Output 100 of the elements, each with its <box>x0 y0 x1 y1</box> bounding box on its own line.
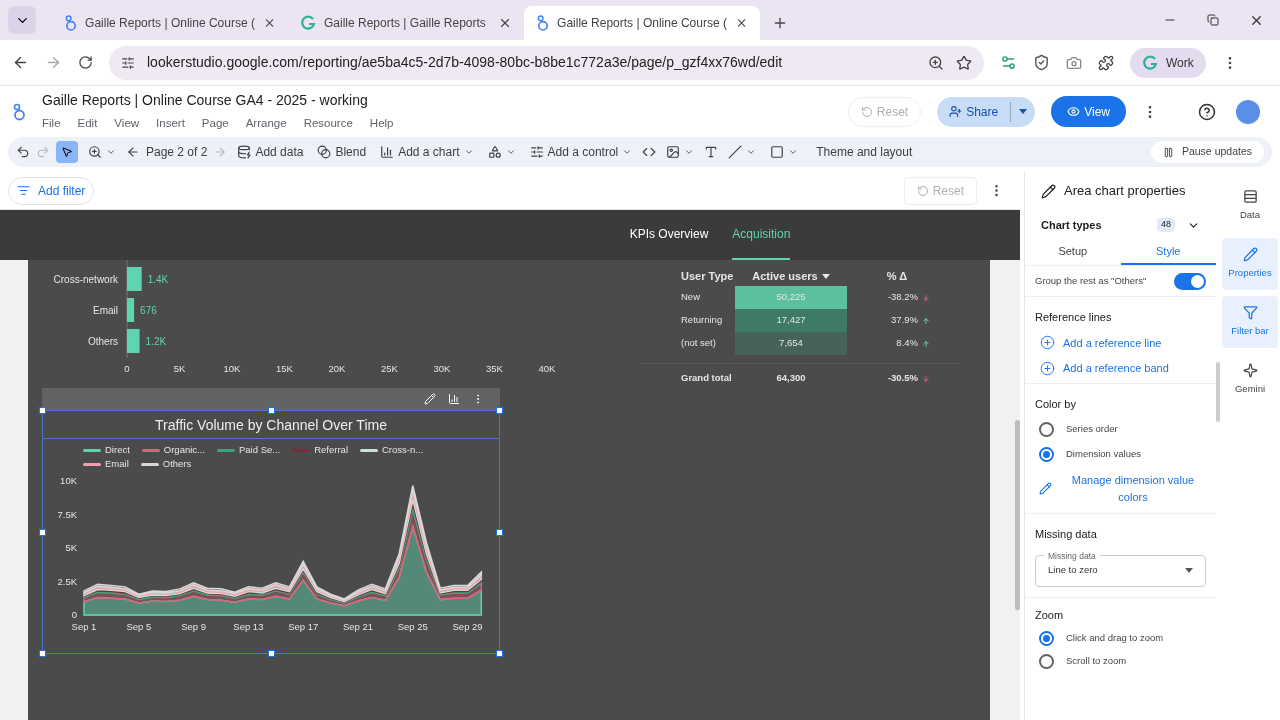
profile-button[interactable]: Work <box>1130 47 1206 78</box>
caret-icon <box>505 147 516 157</box>
resize-handle[interactable] <box>496 407 503 414</box>
text-icon[interactable] <box>704 145 719 159</box>
extensions-icon[interactable] <box>1098 54 1114 71</box>
table-icon <box>1242 189 1258 205</box>
scrollbar[interactable] <box>1015 420 1020 610</box>
heatmap-cell: 50,225 <box>735 286 847 309</box>
axis-tick-label: 5K <box>173 363 186 374</box>
camera-icon[interactable] <box>1066 54 1082 71</box>
close-icon[interactable] <box>498 16 512 30</box>
value-label: 1.2K <box>145 336 167 347</box>
column-header[interactable]: User Type <box>640 267 735 285</box>
new-tab-icon[interactable] <box>772 15 788 31</box>
previous-page-icon[interactable] <box>126 145 140 159</box>
chart-settings-icon[interactable] <box>448 393 460 405</box>
site-logo-icon <box>1142 54 1158 71</box>
add-data-button[interactable]: Add data <box>233 139 308 165</box>
side-rail-button[interactable]: Properties <box>1222 238 1278 290</box>
menu-item[interactable]: Resource <box>303 115 353 133</box>
add-reference-link[interactable]: Add a reference line <box>1035 334 1206 351</box>
bar <box>127 267 142 291</box>
radio-label[interactable]: Scroll to zoom <box>1066 654 1127 669</box>
reset-icon <box>916 184 929 197</box>
section-heading: Zoom <box>1035 607 1065 623</box>
page-tab[interactable]: KPIs Overview <box>629 210 709 260</box>
filter-icon <box>17 184 30 197</box>
radio-label[interactable]: Click and drag to zoom <box>1066 631 1164 646</box>
pause-updates-button[interactable]: Pause updates <box>1150 141 1264 163</box>
menu-item[interactable]: Edit <box>77 115 98 133</box>
undo-icon[interactable] <box>16 145 30 159</box>
panel-tab[interactable]: Setup <box>1025 240 1121 265</box>
radio-button[interactable] <box>1039 631 1054 646</box>
radio-label[interactable]: Series order <box>1066 422 1118 437</box>
menu-item[interactable]: Page <box>201 115 229 133</box>
back-icon[interactable] <box>12 54 29 71</box>
side-rail-button[interactable]: Filter bar <box>1222 296 1278 348</box>
edit-icon[interactable] <box>424 393 436 405</box>
help-icon[interactable] <box>1198 102 1216 121</box>
add-control-button[interactable]: Add a control <box>525 139 637 165</box>
avatar[interactable] <box>1236 99 1260 124</box>
resize-handle[interactable] <box>268 650 275 657</box>
resize-handle[interactable] <box>39 529 46 536</box>
legend-label: Cross-n... <box>382 442 424 457</box>
line-icon <box>728 145 743 159</box>
eye-icon <box>1067 105 1081 118</box>
resize-handle[interactable] <box>268 407 275 414</box>
menu-item[interactable]: Arrange <box>245 115 287 133</box>
add-chart-button[interactable]: Add a chart <box>376 139 478 165</box>
radio-button[interactable] <box>1039 654 1054 669</box>
category-label: Cross-network <box>53 274 118 285</box>
resize-handle[interactable] <box>39 650 46 657</box>
axis-tick-label: 0 <box>124 363 130 374</box>
toggle-switch[interactable] <box>1174 272 1206 290</box>
site-info-icon[interactable] <box>121 55 135 70</box>
resize-handle[interactable] <box>39 407 46 414</box>
side-rail-button[interactable]: Gemini <box>1222 354 1278 406</box>
resize-handle[interactable] <box>496 650 503 657</box>
app-logo-icon <box>536 14 550 32</box>
reload-icon[interactable] <box>78 55 93 70</box>
theme-button[interactable]: Theme and layout <box>808 143 921 161</box>
zoom-icon[interactable] <box>928 54 944 71</box>
select-tool[interactable] <box>56 141 78 163</box>
bookmark-icon[interactable] <box>956 54 972 71</box>
edit-icon <box>1039 482 1052 495</box>
side-rail-button[interactable]: Data <box>1222 180 1278 232</box>
blend-button[interactable]: Blend <box>313 139 371 165</box>
legend-label: Paid Se... <box>239 442 281 457</box>
legend-label: Referral <box>314 442 348 457</box>
menu-item[interactable]: Insert <box>156 115 185 133</box>
browser-tab[interactable]: Gaille Reports | Gaille Reports <box>288 6 524 40</box>
scrollbar[interactable] <box>1216 362 1220 422</box>
add-reference-link[interactable]: Add a reference band <box>1035 360 1206 377</box>
embed-icon[interactable] <box>642 145 657 159</box>
extension-icon[interactable] <box>1000 54 1017 71</box>
section-label[interactable]: Chart types <box>1041 216 1102 234</box>
restore-icon[interactable] <box>1207 14 1219 26</box>
resize-handle[interactable] <box>496 529 503 536</box>
menu-item[interactable]: Help <box>369 115 394 133</box>
count-badge: 48 <box>1157 218 1175 232</box>
extension-icon[interactable] <box>1033 54 1050 71</box>
axis-tick-label: Sep 9 <box>181 621 206 632</box>
radio-button[interactable] <box>1039 447 1054 462</box>
browser-tab[interactable]: Gaille Reports | Online Course ( <box>524 6 760 40</box>
column-header[interactable]: % Δ <box>847 267 947 285</box>
panel-tab[interactable]: Style <box>1120 240 1216 265</box>
manage-colors-link[interactable]: Manage dimension value colors <box>1035 472 1206 505</box>
axis-tick-label: Sep 21 <box>342 621 374 632</box>
tab-title: Gaille Reports | Gaille Reports <box>324 15 487 32</box>
database-icon <box>237 145 252 159</box>
view-button[interactable]: View <box>1051 96 1126 127</box>
radio-button[interactable] <box>1039 422 1054 437</box>
radio-label[interactable]: Dimension values <box>1066 447 1141 462</box>
bar <box>127 329 140 353</box>
report-title[interactable]: Gaille Reports | Online Course GA4 - 2025 - working <box>42 90 394 112</box>
address-bar[interactable]: lookerstudio.google.com/reporting/ae5ba4c5-2d7b-4098-80bc-b8be1c772a3e/page/p_gzf4xx76wd/edit <box>109 45 984 80</box>
column-header[interactable]: Active users <box>752 267 818 285</box>
browser-tab[interactable]: Gaille Reports | Online Course ( <box>52 6 288 40</box>
menu-item[interactable]: File <box>42 115 61 133</box>
menu-item[interactable]: View <box>114 115 140 133</box>
